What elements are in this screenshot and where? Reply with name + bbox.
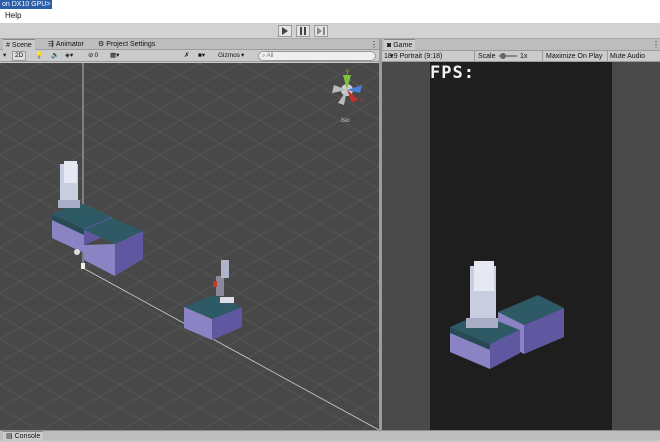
tab-animator[interactable]: ⇶ Animator: [45, 39, 87, 50]
scene-toolbar: ▾ 2D 💡 🔈 ◈▾ ⊘ 0 ▦▾ ✗ ■▾ Gizmos ▾ ⌕ All: [0, 50, 379, 62]
effects-icon[interactable]: ◈▾: [63, 51, 75, 61]
shading-dropdown-icon[interactable]: ▾: [1, 51, 8, 61]
main-toolbar: [0, 23, 660, 39]
game-panel-header: ◙ Game ⋮: [382, 39, 660, 51]
game-tabs: ◙ Game ⋮: [382, 39, 660, 51]
search-icon: ⌕: [262, 53, 266, 59]
scene-panel-header: # Scene ⇶ Animator ⚙ Project Settings ⋮ …: [0, 39, 379, 63]
gamepad-icon: ◙: [387, 41, 392, 49]
tab-scene[interactable]: # Scene: [3, 39, 35, 50]
tab-game-label: Game: [393, 41, 413, 49]
maximize-on-play-toggle[interactable]: Maximize On Play: [546, 51, 602, 62]
pause-icon: [300, 27, 306, 35]
camera-icon[interactable]: ■▾: [196, 51, 207, 61]
svg-text:x: x: [360, 98, 363, 104]
tab-project-settings-label: Project Settings: [106, 41, 156, 48]
gizmos-dropdown[interactable]: Gizmos ▾: [216, 51, 246, 61]
audio-icon[interactable]: 🔈: [49, 51, 61, 61]
divider: [607, 51, 608, 62]
grid-snap-icon[interactable]: ▦▾: [108, 51, 121, 61]
scene-canvas: y x Iso: [0, 63, 379, 430]
tab-console-label: Console: [14, 432, 41, 440]
hidden-count: 0: [94, 52, 99, 59]
tab-game[interactable]: ◙ Game: [384, 39, 416, 50]
chevron-down-icon: ▾: [241, 52, 245, 59]
scene-tabs: # Scene ⇶ Animator ⚙ Project Settings ⋮: [0, 39, 379, 50]
aspect-label: 18:9 Portrait (9:18): [384, 53, 443, 60]
game-toolbar: 18:9 Portrait (9:18) ▾ Scale 1x Maximize…: [382, 51, 660, 62]
scale-value: 1x: [520, 53, 528, 60]
divider: [542, 51, 543, 62]
pause-button[interactable]: [296, 25, 310, 37]
scale-label: Scale: [478, 53, 496, 60]
gear-icon: ⚙: [98, 41, 105, 48]
search-placeholder: All: [266, 53, 274, 59]
scene-menu-icon[interactable]: ⋮: [370, 39, 378, 50]
game-viewport[interactable]: FPS:: [382, 62, 660, 430]
console-icon: ▤: [6, 432, 13, 440]
console-panel: ▤ Console: [0, 430, 660, 441]
play-button[interactable]: [278, 25, 292, 37]
tab-animator-label: Animator: [55, 41, 84, 48]
tools-icon[interactable]: ✗: [182, 51, 191, 61]
svg-text:y: y: [346, 69, 349, 75]
step-button[interactable]: [314, 25, 328, 37]
game-menu-icon[interactable]: ⋮: [652, 39, 660, 50]
window-title-selection: on DX10 GPU>: [0, 0, 53, 9]
mode-2d-button[interactable]: 2D: [12, 51, 27, 61]
aspect-dropdown[interactable]: 18:9 Portrait (9:18) ▾: [384, 51, 442, 62]
tab-project-settings[interactable]: ⚙ Project Settings: [95, 39, 158, 50]
scale-slider-handle[interactable]: [500, 53, 506, 59]
mute-audio-toggle[interactable]: Mute Audio: [610, 51, 645, 62]
hidden-eye-icon: ⊘: [88, 52, 94, 59]
scene-search-input[interactable]: ⌕ All: [258, 51, 376, 61]
grid-icon: #: [6, 41, 10, 49]
tab-scene-label: Scene: [11, 41, 32, 49]
game-render: [450, 261, 564, 369]
divider: [474, 51, 475, 62]
menu-help[interactable]: Help: [5, 11, 21, 21]
game-screen: FPS:: [430, 62, 612, 430]
play-icon: [282, 27, 288, 35]
scene-viewport[interactable]: y x Iso: [0, 63, 379, 430]
menu-bar: Help: [0, 9, 660, 23]
title-bar: on DX10 GPU>: [0, 0, 660, 9]
iso-label: Iso: [341, 117, 350, 124]
animator-icon: ⇶: [48, 41, 54, 48]
lighting-icon[interactable]: 💡: [33, 51, 45, 61]
gizmos-label: Gizmos: [218, 52, 241, 59]
step-icon: [317, 27, 325, 35]
visibility-toggle[interactable]: ⊘ 0: [86, 51, 100, 61]
